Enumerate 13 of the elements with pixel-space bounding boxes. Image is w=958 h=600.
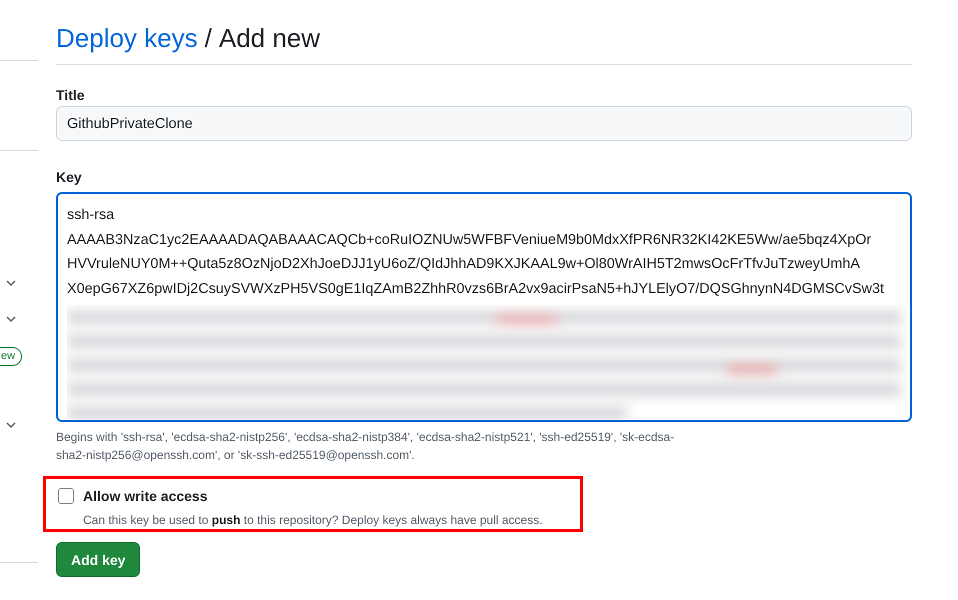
key-format-hint: Begins with 'ssh-rsa', 'ecdsa-sha2-nistp256', 'ecdsa-sha2-nistp384', 'ecdsa-sha2-nistp521', 'ssh-ed25519', 'sk-ecdsa-sha2-nistp256@openssh.com', or 'sk-ssh-ed25519@openssh.com'. — [56, 429, 676, 464]
page-title: Add new — [218, 22, 320, 54]
breadcrumb-link[interactable]: Deploy keys — [56, 22, 198, 54]
title-label: Title — [56, 87, 86, 103]
badge: ew — [0, 347, 22, 366]
write-access-checkbox[interactable] — [58, 488, 74, 504]
key-textarea[interactable]: ssh-rsa AAAAB3NzaC1yc2EAAAADAQABAAACAQCb+coRuIOZNUw5WFBFVeniueM9b0MdxXfPR6NR32KI42KE5Ww/ae5bqz4XpOr HVVruleNUY0M++Quta5z8OzNjoD2XhJoeDJJ1yU6oZ/QIdJhhAD9KXJKAAL9w+Ol80WrAIH5T2mwsOcFrTfvJuTzweyUmhA X0epG67XZ6pwIDj2CsuySVWXzPH5VS0gE1IqZAmB2ZhhR0vzs6BrA2vx9acirPsaN5+hJYLElyO7/DQSGhnynN4DGMSCvSw3t — [56, 192, 912, 422]
title-input[interactable]: GithubPrivateClone — [56, 106, 912, 141]
write-access-description: Can this key be used to push to this repository? Deploy keys always have pull access. — [83, 512, 544, 527]
add-key-button[interactable]: Add key — [56, 542, 140, 577]
key-label: Key — [56, 169, 83, 185]
write-access-label: Allow write access — [83, 488, 209, 504]
breadcrumb-separator: / — [204, 22, 212, 54]
